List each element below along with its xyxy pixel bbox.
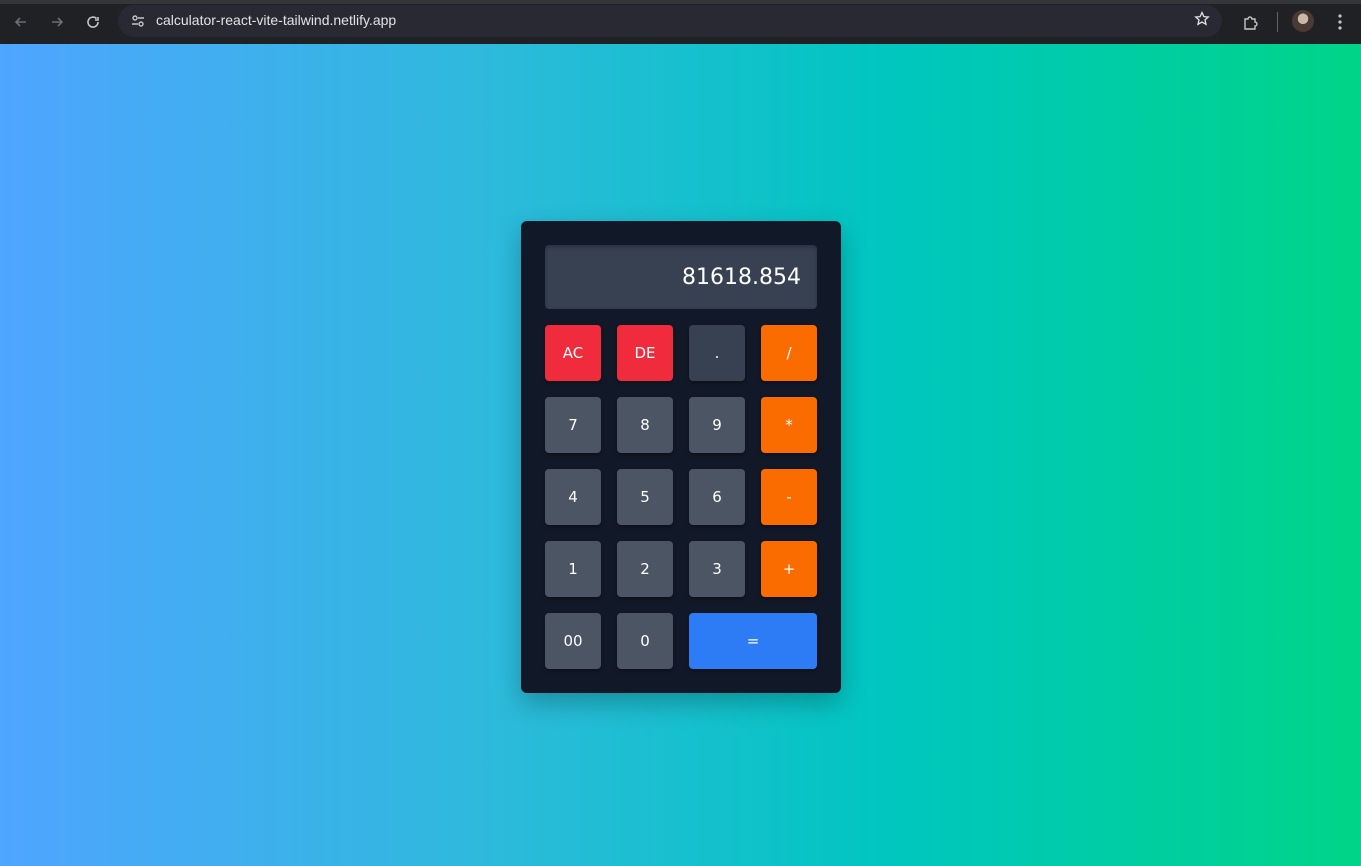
delete-button[interactable]: DE (617, 325, 673, 381)
bookmark-star-icon[interactable] (1194, 10, 1210, 31)
decimal-point-button[interactable]: . (689, 325, 745, 381)
reload-icon[interactable] (81, 10, 105, 34)
digit-6-button[interactable]: 6 (689, 469, 745, 525)
digit-2-button[interactable]: 2 (617, 541, 673, 597)
double-zero-button[interactable]: 00 (545, 613, 601, 669)
digit-3-button[interactable]: 3 (689, 541, 745, 597)
digit-1-button[interactable]: 1 (545, 541, 601, 597)
all-clear-button[interactable]: AC (545, 325, 601, 381)
extensions-puzzle-icon[interactable] (1239, 10, 1263, 34)
site-settings-icon[interactable] (126, 9, 150, 33)
url-text: calculator-react-vite-tailwind.netlify.a… (156, 12, 397, 28)
subtract-button[interactable]: - (761, 469, 817, 525)
toolbar-divider (1277, 12, 1278, 32)
digit-5-button[interactable]: 5 (617, 469, 673, 525)
profile-avatar[interactable] (1292, 10, 1314, 32)
equals-button[interactable]: = (689, 613, 817, 669)
tab-strip-edge (0, 0, 1361, 4)
divide-button[interactable]: / (761, 325, 817, 381)
browser-toolbar: calculator-react-vite-tailwind.netlify.a… (0, 0, 1361, 44)
digit-4-button[interactable]: 4 (545, 469, 601, 525)
digit-8-button[interactable]: 8 (617, 397, 673, 453)
page-background: 81618.854 AC DE . / 7 8 9 * 4 5 6 - 1 2 … (0, 44, 1361, 866)
kebab-menu-icon[interactable] (1330, 10, 1350, 34)
forward-arrow-icon[interactable] (45, 10, 69, 34)
calculator: 81618.854 AC DE . / 7 8 9 * 4 5 6 - 1 2 … (521, 221, 841, 693)
multiply-button[interactable]: * (761, 397, 817, 453)
digit-9-button[interactable]: 9 (689, 397, 745, 453)
add-button[interactable]: + (761, 541, 817, 597)
digit-7-button[interactable]: 7 (545, 397, 601, 453)
calculator-display: 81618.854 (545, 245, 817, 309)
digit-0-button[interactable]: 0 (617, 613, 673, 669)
address-bar[interactable]: calculator-react-vite-tailwind.netlify.a… (118, 5, 1222, 37)
back-arrow-icon[interactable] (9, 10, 33, 34)
